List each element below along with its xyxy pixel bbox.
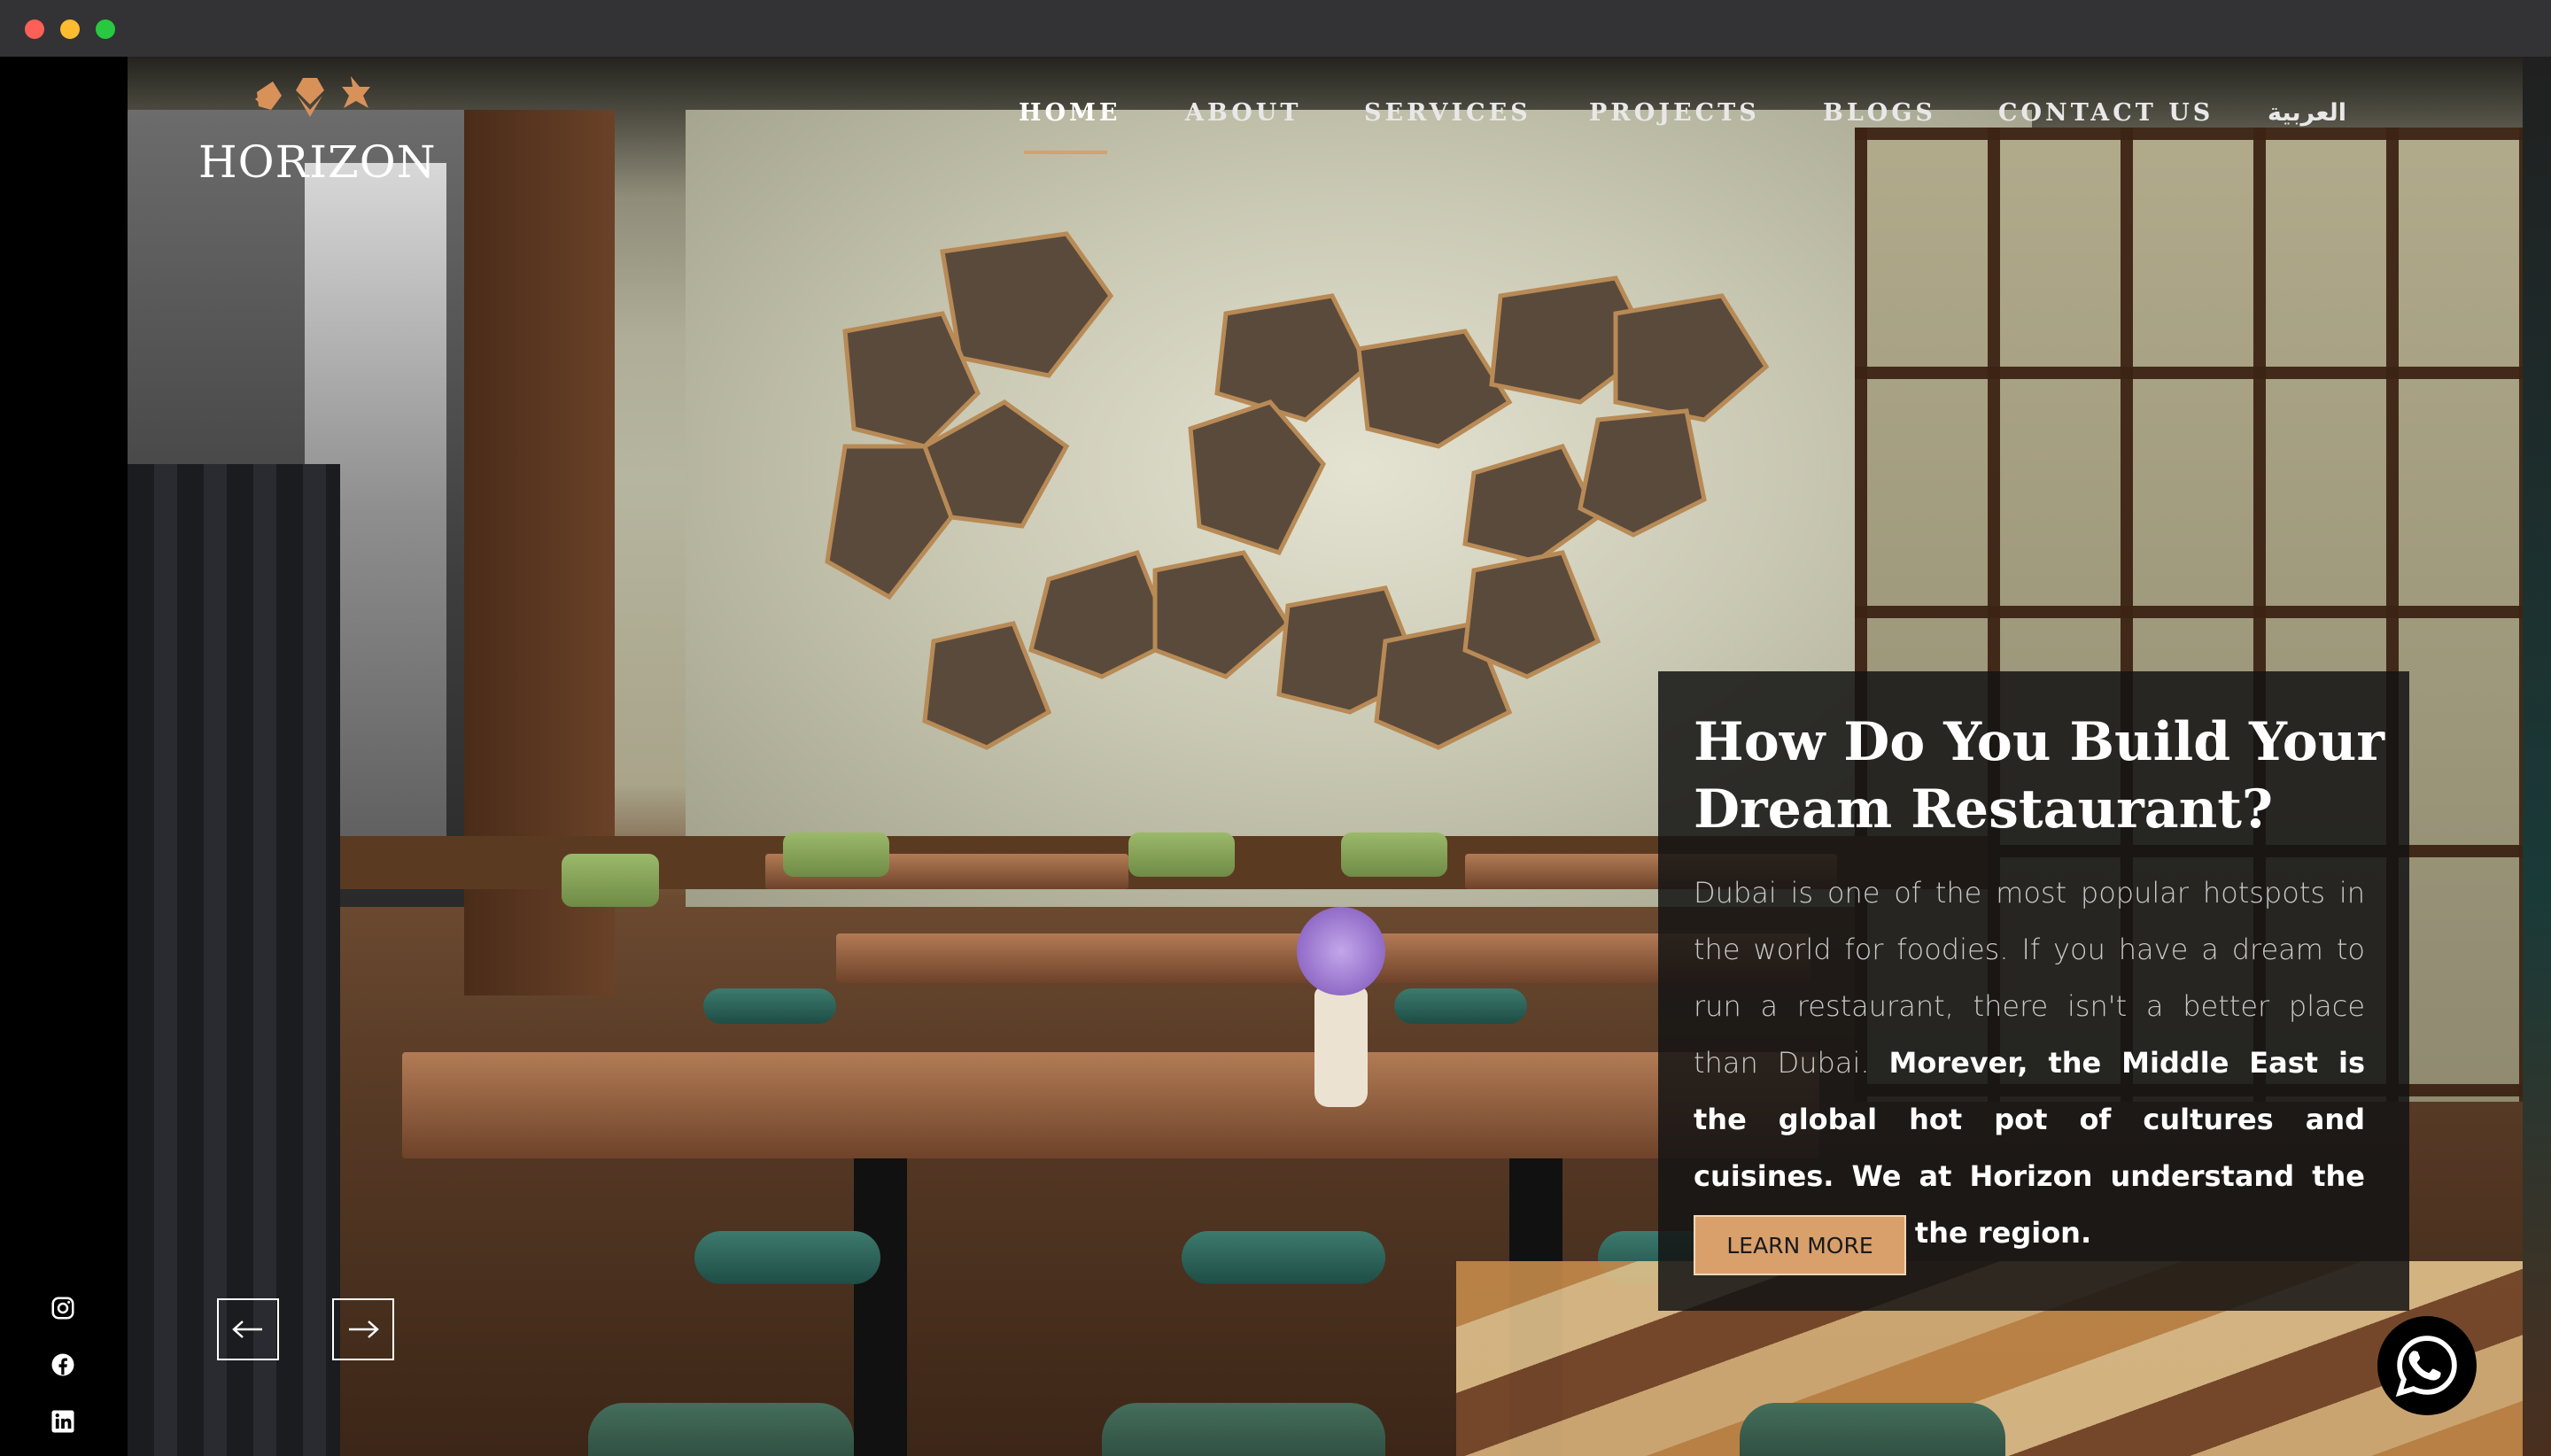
hero-vase xyxy=(1314,987,1368,1107)
nav-contact-us[interactable]: CONTACT US xyxy=(1998,99,2214,127)
facebook-icon xyxy=(51,1353,74,1376)
hero-table-leg xyxy=(854,1158,907,1456)
social-rail xyxy=(0,57,128,1456)
logo-wordmark: HORIZON xyxy=(198,136,437,188)
hero-edge xyxy=(2523,57,2551,1456)
window-close-button[interactable] xyxy=(25,19,44,39)
nav-projects[interactable]: PROJECTS xyxy=(1589,99,1760,127)
hero-foreground-stool xyxy=(588,1403,854,1456)
linkedin-link[interactable] xyxy=(50,1408,76,1435)
hero-chair xyxy=(783,833,889,877)
hero-chair xyxy=(562,854,659,907)
whatsapp-icon xyxy=(2395,1336,2457,1398)
hero-stool xyxy=(1394,988,1527,1024)
linkedin-icon xyxy=(51,1410,74,1433)
nav-blogs[interactable]: BLOGS xyxy=(1823,99,1936,127)
hero-title: How Do You Build Your Dream Restaurant? xyxy=(1694,711,2384,840)
instagram-icon xyxy=(51,1297,74,1320)
instagram-link[interactable] xyxy=(50,1295,76,1321)
arrow-right-icon xyxy=(349,1320,379,1338)
window-maximize-button[interactable] xyxy=(96,19,115,39)
hero-content-card: How Do You Build Your Dream Restaurant? … xyxy=(1658,671,2409,1311)
hero-chair xyxy=(1341,833,1447,877)
nav-language-arabic[interactable]: العربية xyxy=(2268,99,2346,127)
arrow-left-icon xyxy=(232,1320,262,1338)
facebook-link[interactable] xyxy=(50,1351,76,1378)
hero-stool xyxy=(694,1231,880,1284)
site-logo[interactable]: HORIZON xyxy=(198,74,446,190)
window-minimize-button[interactable] xyxy=(60,19,80,39)
hero-flowers xyxy=(1297,907,1385,995)
nav-active-indicator xyxy=(1024,151,1107,154)
horizon-logo-mark-icon xyxy=(255,76,370,117)
slider-next-button[interactable] xyxy=(332,1298,394,1360)
slider-prev-button[interactable] xyxy=(217,1298,279,1360)
whatsapp-button[interactable] xyxy=(2377,1316,2477,1415)
hero-stool xyxy=(1182,1231,1385,1284)
nav-about[interactable]: ABOUT xyxy=(1185,99,1301,127)
nav-services[interactable]: SERVICES xyxy=(1364,99,1531,127)
hero-description: Dubai is one of the most popular hotspot… xyxy=(1694,864,2365,1261)
hero-foreground-stool xyxy=(1102,1403,1385,1456)
hero-table xyxy=(402,1052,1819,1158)
window-titlebar xyxy=(0,0,2551,57)
learn-more-button[interactable]: LEARN MORE xyxy=(1694,1215,1906,1275)
hero-stool xyxy=(703,988,836,1024)
hero-chair xyxy=(1128,833,1235,877)
nav-home[interactable]: HOME xyxy=(1019,99,1121,127)
hero-foreground-stool xyxy=(1740,1403,2005,1456)
